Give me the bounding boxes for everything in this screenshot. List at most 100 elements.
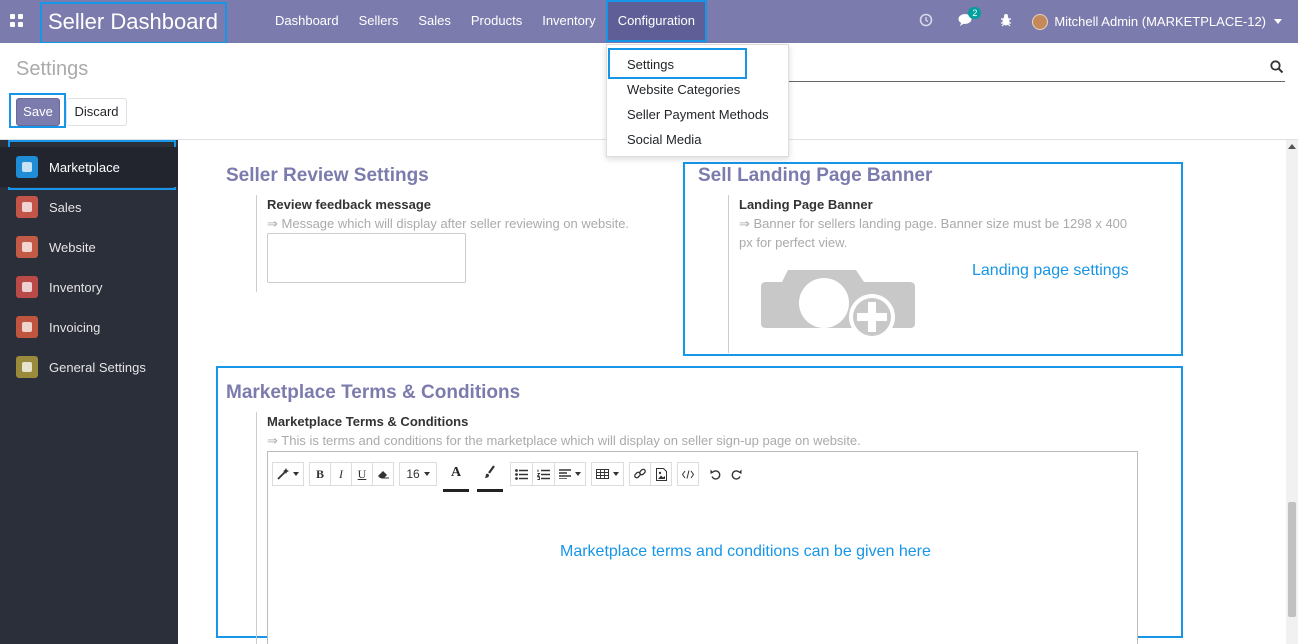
image-icon: [655, 467, 667, 481]
main-menu: Dashboard Sellers Sales Products Invento…: [265, 0, 708, 43]
link-button[interactable]: [629, 462, 651, 486]
sidebar-item-general-settings[interactable]: General Settings: [0, 347, 178, 387]
systray: 2 Mitchell Admin (MARKETPLACE-12): [906, 0, 1298, 43]
save-button[interactable]: Save: [16, 98, 60, 126]
terms-help-text: ⇒ This is terms and conditions for the m…: [267, 433, 861, 448]
discard-button[interactable]: Discard: [66, 98, 127, 126]
menu-configuration[interactable]: Configuration: [605, 0, 708, 42]
sidebar-item-marketplace[interactable]: Marketplace: [0, 147, 178, 187]
highlight-color-button[interactable]: [477, 462, 503, 492]
code-icon: [682, 469, 694, 479]
website-icon: [16, 236, 38, 258]
brush-icon: [485, 465, 495, 478]
upload-image-icon[interactable]: [760, 270, 916, 343]
settings-content: Seller Review Settings Review feedback m…: [178, 140, 1298, 644]
sidebar-item-invoicing[interactable]: Invoicing: [0, 307, 178, 347]
banner-annotation-text: Landing page settings: [972, 262, 1129, 279]
numbered-list-icon: [537, 469, 550, 480]
terms-divider: [256, 412, 257, 644]
menu-sellers[interactable]: Sellers: [349, 0, 409, 43]
save-focus-highlight: Save: [9, 93, 66, 128]
paragraph-align-button[interactable]: [554, 462, 586, 486]
terms-field-label: Marketplace Terms & Conditions: [267, 414, 469, 429]
dropdown-item-social-media[interactable]: Social Media: [627, 132, 701, 147]
banner-section-title: Sell Landing Page Banner: [698, 165, 933, 186]
menu-dashboard[interactable]: Dashboard: [265, 0, 349, 43]
banner-help-text: ⇒ Banner for sellers landing page. Banne…: [739, 216, 1128, 250]
link-icon: [634, 468, 646, 479]
scrollbar-thumb[interactable]: [1288, 502, 1296, 617]
terms-annotation-text: Marketplace terms and conditions can be …: [560, 543, 931, 560]
search-icon[interactable]: [1270, 60, 1284, 74]
sidebar-item-label: Marketplace: [49, 159, 120, 175]
invoicing-icon: [16, 316, 38, 338]
banner-divider: [728, 195, 729, 353]
content-scrollbar[interactable]: [1286, 140, 1298, 644]
dropdown-item-website-categories[interactable]: Website Categories: [627, 82, 740, 97]
sales-icon: [16, 196, 38, 218]
style-magic-button[interactable]: [272, 462, 304, 486]
marketplace-icon: [16, 156, 38, 178]
sidebar-item-label: Website: [49, 239, 96, 255]
sidebar-item-sales[interactable]: Sales: [0, 187, 178, 227]
sidebar-item-label: General Settings: [49, 359, 146, 375]
banner-field-label: Landing Page Banner: [739, 197, 873, 212]
user-name: Mitchell Admin (MARKETPLACE-12): [1054, 14, 1266, 29]
page-title: Settings: [16, 58, 89, 80]
editor-toolbar: B I U 16 A: [272, 462, 753, 492]
insert-image-button[interactable]: [650, 462, 672, 486]
menu-products[interactable]: Products: [461, 0, 532, 43]
bold-button[interactable]: B: [309, 462, 331, 486]
sidebar-item-website[interactable]: Website: [0, 227, 178, 267]
code-view-button[interactable]: [677, 462, 699, 486]
terms-section-title: Marketplace Terms & Conditions: [226, 382, 521, 403]
sidebar-item-label: Inventory: [49, 279, 103, 295]
messages-badge: 2: [968, 6, 982, 19]
numbered-list-button[interactable]: [532, 462, 555, 486]
redo-button[interactable]: [725, 462, 747, 486]
table-button[interactable]: [591, 462, 624, 486]
debug-bug-icon[interactable]: [986, 13, 1026, 31]
review-section-title: Seller Review Settings: [226, 165, 429, 186]
redo-icon: [731, 469, 741, 480]
undo-button[interactable]: [704, 462, 726, 486]
eraser-button[interactable]: [372, 462, 394, 486]
italic-button[interactable]: I: [330, 462, 352, 486]
font-size-value: 16: [406, 467, 420, 481]
messages-icon[interactable]: 2: [946, 6, 986, 31]
font-size-select[interactable]: 16: [399, 462, 437, 486]
bullet-list-icon: [515, 468, 528, 480]
inventory-icon: [16, 276, 38, 298]
menu-inventory[interactable]: Inventory: [532, 0, 605, 43]
gear-icon: [16, 356, 38, 378]
bullet-list-button[interactable]: [510, 462, 533, 486]
sidebar-item-inventory[interactable]: Inventory: [0, 267, 178, 307]
user-menu[interactable]: Mitchell Admin (MARKETPLACE-12): [1026, 13, 1298, 30]
align-left-icon: [559, 469, 571, 479]
font-color-button[interactable]: A: [443, 462, 469, 492]
menu-sales[interactable]: Sales: [408, 0, 461, 43]
table-icon: [596, 469, 609, 479]
review-divider: [256, 195, 257, 292]
magic-wand-icon: [277, 468, 289, 480]
undo-icon: [710, 469, 720, 480]
search-input[interactable]: [788, 81, 1285, 82]
sidebar-item-label: Sales: [49, 199, 82, 215]
settings-sidebar: Marketplace Sales Website Inventory Invo…: [0, 140, 178, 644]
eraser-icon: [378, 471, 389, 479]
chevron-down-icon: [1274, 19, 1282, 24]
dropdown-item-seller-payment-methods[interactable]: Seller Payment Methods: [627, 107, 769, 122]
sidebar-item-label: Invoicing: [49, 319, 101, 335]
scroll-up-icon[interactable]: [1288, 144, 1296, 149]
apps-menu-icon[interactable]: [10, 14, 23, 27]
review-help-text: ⇒ Message which will display after selle…: [267, 216, 630, 231]
activity-clock-icon[interactable]: [906, 13, 946, 31]
avatar: [1032, 13, 1049, 30]
top-navbar: Seller Dashboard Dashboard Sellers Sales…: [0, 0, 1298, 44]
review-feedback-input[interactable]: [267, 233, 466, 283]
underline-button[interactable]: U: [351, 462, 373, 486]
font-color-icon: A: [450, 465, 462, 480]
dropdown-item-settings[interactable]: Settings: [627, 57, 674, 72]
review-field-label: Review feedback message: [267, 197, 432, 212]
app-title: Seller Dashboard: [40, 2, 227, 44]
